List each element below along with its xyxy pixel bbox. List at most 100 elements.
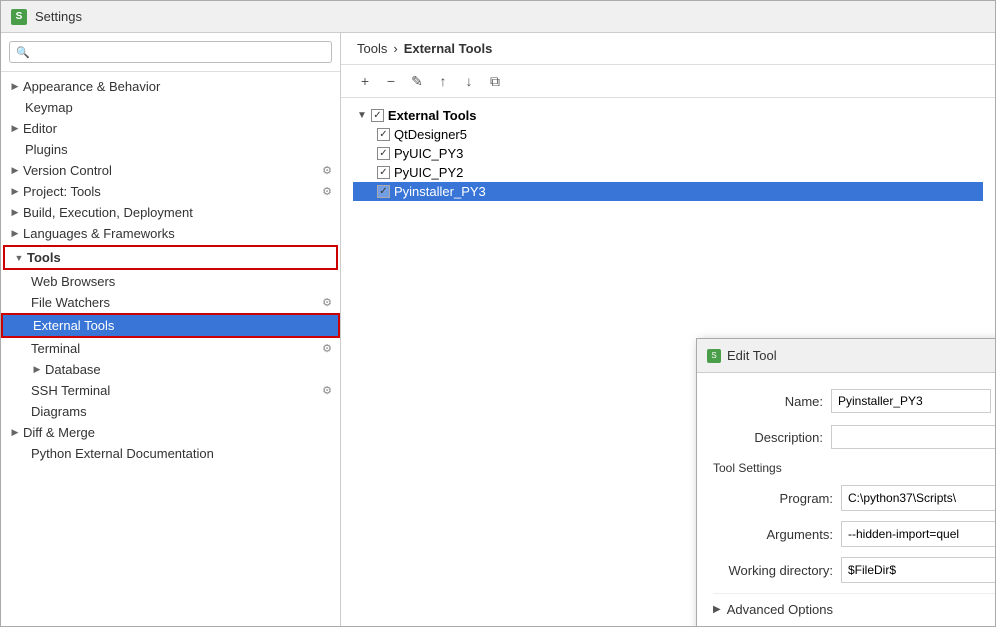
collapse-icon: ▼: [357, 110, 367, 121]
sidebar-item-label: Tools: [27, 250, 328, 265]
edit-tool-modal: S Edit Tool ✕ Name: Group: External To: [696, 338, 995, 626]
checkbox-qtdesigner5[interactable]: [377, 128, 390, 141]
expand-icon: ▼: [13, 252, 25, 264]
program-input-wrapper: 📁: [841, 485, 995, 511]
arguments-row: Arguments: ⤢ Insert Macro...: [713, 521, 995, 547]
sidebar-item-terminal[interactable]: Terminal ⚙: [1, 338, 340, 359]
sidebar-item-tools[interactable]: ▼ Tools: [3, 245, 338, 270]
toolbar: + − ✎ ↑ ↓ ⧉: [341, 65, 995, 98]
sidebar-item-editor[interactable]: ▶ Editor: [1, 118, 340, 139]
modal-title-text: Edit Tool: [727, 348, 777, 363]
modal-icon: S: [707, 349, 721, 363]
name-label: Name:: [713, 394, 823, 409]
breadcrumb-part1: Tools: [357, 41, 387, 56]
tree-node-pyuic-py3[interactable]: PyUIC_PY3: [353, 144, 983, 163]
tools-tree: ▼ External Tools QtDesigner5 PyUIC_PY3: [341, 98, 995, 209]
node-label: QtDesigner5: [394, 127, 467, 142]
sidebar-item-python-ext-doc[interactable]: Python External Documentation: [1, 443, 340, 464]
title-bar: S Settings: [1, 1, 995, 33]
sidebar-item-build[interactable]: ▶ Build, Execution, Deployment: [1, 202, 340, 223]
sidebar-tree: ▶ Appearance & Behavior Keymap ▶ Editor …: [1, 72, 340, 626]
copy-button[interactable]: ⧉: [483, 69, 507, 93]
search-input[interactable]: [34, 45, 325, 59]
expand-icon: ▶: [9, 427, 21, 439]
modal-title: S Edit Tool: [707, 348, 777, 363]
tool-settings-header: Tool Settings: [713, 461, 995, 475]
move-up-button[interactable]: ↑: [431, 69, 455, 93]
working-dir-input[interactable]: [842, 559, 995, 581]
expand-icon: ▶: [9, 165, 21, 177]
remove-button[interactable]: −: [379, 69, 403, 93]
description-label: Description:: [713, 430, 823, 445]
edit-button[interactable]: ✎: [405, 69, 429, 93]
sidebar-item-label: Project: Tools: [23, 184, 322, 199]
working-dir-row: Working directory: 📁 Insert Macro...: [713, 557, 995, 583]
tree-node-external-tools[interactable]: ▼ External Tools: [353, 106, 983, 125]
sidebar-item-label: File Watchers: [31, 295, 322, 310]
config-icon: ⚙: [322, 164, 332, 177]
sidebar-item-external-tools[interactable]: External Tools: [1, 313, 340, 338]
program-label: Program:: [713, 491, 833, 506]
program-row: Program: 📁 Insert Macro...: [713, 485, 995, 511]
expand-icon: ▶: [9, 81, 21, 93]
config-icon: ⚙: [322, 384, 332, 397]
sidebar-item-label: Diagrams: [31, 404, 332, 419]
sidebar-item-file-watchers[interactable]: File Watchers ⚙: [1, 292, 340, 313]
config-icon: ⚙: [322, 342, 332, 355]
sidebar-item-label: Keymap: [25, 100, 332, 115]
sidebar-item-label: External Tools: [33, 318, 330, 333]
sidebar-item-plugins[interactable]: Plugins: [1, 139, 340, 160]
expand-icon: ▶: [9, 123, 21, 135]
working-dir-input-wrapper: 📁: [841, 557, 995, 583]
search-icon: 🔍: [16, 46, 30, 59]
right-panel: Tools › External Tools + − ✎ ↑ ↓ ⧉ ▼: [341, 33, 995, 626]
expand-icon: ▶: [9, 228, 21, 240]
sidebar-item-label: Appearance & Behavior: [23, 79, 332, 94]
add-button[interactable]: +: [353, 69, 377, 93]
description-row: Description:: [713, 425, 995, 449]
advanced-options-section[interactable]: ▶ Advanced Options: [713, 593, 995, 621]
sidebar-item-label: Version Control: [23, 163, 322, 178]
checkbox-pyinstaller-py3[interactable]: [377, 185, 390, 198]
sidebar-item-keymap[interactable]: Keymap: [1, 97, 340, 118]
search-wrapper[interactable]: 🔍: [9, 41, 332, 63]
sidebar-item-web-browsers[interactable]: Web Browsers: [1, 271, 340, 292]
sidebar-item-diff-merge[interactable]: ▶ Diff & Merge: [1, 422, 340, 443]
name-input[interactable]: [831, 389, 991, 413]
arguments-label: Arguments:: [713, 527, 833, 542]
expand-icon: ▶: [9, 207, 21, 219]
tree-node-pyinstaller-py3[interactable]: Pyinstaller_PY3: [353, 182, 983, 201]
sidebar-item-label: Build, Execution, Deployment: [23, 205, 332, 220]
node-label: Pyinstaller_PY3: [394, 184, 486, 199]
checkbox-pyuic-py2[interactable]: [377, 166, 390, 179]
search-bar: 🔍: [1, 33, 340, 72]
breadcrumb-separator: ›: [393, 41, 397, 56]
sidebar-item-languages[interactable]: ▶ Languages & Frameworks: [1, 223, 340, 244]
node-label: PyUIC_PY3: [394, 146, 463, 161]
sidebar-item-label: Diff & Merge: [23, 425, 332, 440]
settings-window: S Settings 🔍 ▶ Appearance & Behavior Key: [0, 0, 996, 627]
name-group-row: Name: Group: External Tools ▼: [713, 389, 995, 413]
sidebar-item-version-control[interactable]: ▶ Version Control ⚙: [1, 160, 340, 181]
sidebar-item-appearance[interactable]: ▶ Appearance & Behavior: [1, 76, 340, 97]
sidebar-item-diagrams[interactable]: Diagrams: [1, 401, 340, 422]
working-dir-label: Working directory:: [713, 563, 833, 578]
modal-title-bar: S Edit Tool ✕: [697, 339, 995, 373]
arguments-input[interactable]: [842, 523, 995, 545]
advanced-options-label: Advanced Options: [727, 602, 833, 617]
tree-node-qtdesigner5[interactable]: QtDesigner5: [353, 125, 983, 144]
program-input[interactable]: [842, 487, 995, 509]
sidebar-item-ssh-terminal[interactable]: SSH Terminal ⚙: [1, 380, 340, 401]
tree-node-pyuic-py2[interactable]: PyUIC_PY2: [353, 163, 983, 182]
app-icon: S: [11, 9, 27, 25]
sidebar-item-project-tools[interactable]: ▶ Project: Tools ⚙: [1, 181, 340, 202]
description-input[interactable]: [831, 425, 995, 449]
breadcrumb: Tools › External Tools: [341, 33, 995, 65]
config-icon: ⚙: [322, 296, 332, 309]
checkbox-pyuic-py3[interactable]: [377, 147, 390, 160]
sidebar-item-database[interactable]: ▶ Database: [1, 359, 340, 380]
move-down-button[interactable]: ↓: [457, 69, 481, 93]
advanced-expand-icon: ▶: [713, 604, 721, 615]
left-panel: 🔍 ▶ Appearance & Behavior Keymap ▶ Edit: [1, 33, 341, 626]
checkbox-external-tools[interactable]: [371, 109, 384, 122]
